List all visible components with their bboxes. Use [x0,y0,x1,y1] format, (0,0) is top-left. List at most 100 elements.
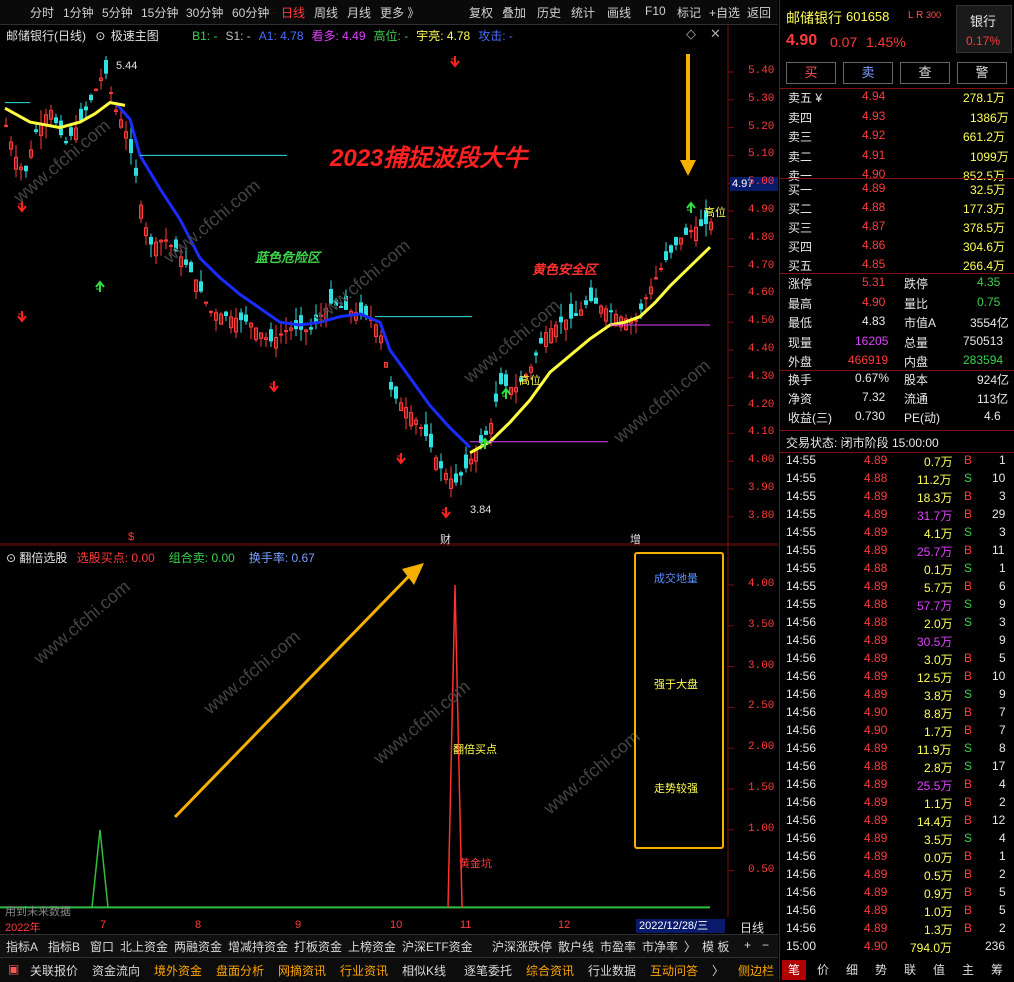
tick-count: 7 [999,723,1006,737]
period-tab[interactable]: 30分钟 [186,4,223,21]
stock-code: 601658 [846,9,890,24]
tick-price: 4.89 [864,903,888,917]
toolbar-button[interactable]: F10 [645,4,666,18]
tick-side: S [964,831,973,845]
divider [780,273,1014,274]
indicator-tab[interactable]: 指标A [6,938,38,955]
period-tab[interactable]: 15分钟 [141,4,178,21]
zone-yellow-label: 黄色安全区 [532,262,598,277]
settings-icon[interactable]: ▣ [8,962,19,976]
indicator-tab[interactable]: 指标B [48,938,80,955]
tick-side: B [964,885,973,899]
stat-value: 5.31 [862,275,886,289]
info-tab[interactable]: 资金流向 [92,962,140,979]
info-tab[interactable]: 网摘资讯 [278,962,326,979]
diamond-icon[interactable]: ◇ [686,26,696,42]
info-tab[interactable]: 盘面分析 [216,962,264,979]
alert-button[interactable]: 警 [957,62,1007,84]
sub-indicator-name[interactable]: 翻倍选股 [19,551,67,565]
panel-tab[interactable]: 细 [840,960,864,980]
info-tab[interactable]: 逐笔委托 [464,962,512,979]
info-tab[interactable]: 行业数据 [588,962,636,979]
toolbar-button[interactable]: 复权 [469,4,493,21]
info-tab[interactable]: 侧边栏 [738,962,774,979]
tick-price: 4.88 [864,561,888,575]
tick-price: 4.89 [864,867,888,881]
tick-price: 4.89 [864,777,888,791]
period-tab[interactable]: 月线 [347,4,371,21]
high-price-label: 5.44 [116,60,138,72]
period-tab[interactable]: 60分钟 [232,4,269,21]
panel-tab[interactable]: 值 [927,960,951,980]
indicator-tab[interactable]: 沪深涨跌停 [492,938,552,955]
tick-count: 29 [992,507,1006,521]
indicator-tab[interactable]: 市净率 [642,938,678,955]
tick-price: 4.89 [864,489,888,503]
indicator-tab[interactable]: 打板资金 [294,938,342,955]
indicator-tab[interactable]: 上榜资金 [348,938,396,955]
tick-volume: 11.9万 [917,743,952,757]
period-tab[interactable]: 更多 》 [380,4,419,21]
candle-body [484,430,488,435]
info-tab[interactable]: 〉 [712,962,724,979]
panel-tab[interactable]: 筹 [985,960,1009,980]
toolbar-button[interactable]: 标记 [677,4,701,21]
period-tab[interactable]: 分时 [30,4,54,21]
toolbar-button[interactable]: +自选 [709,4,740,21]
toolbar-button[interactable]: 统计 [571,4,595,21]
tick-count: 10 [992,471,1006,485]
info-tab[interactable]: 境外资金 [154,962,202,979]
kline-chart[interactable]: www.cfchi.comwww.cfchi.comwww.cfchi.comw… [0,24,778,545]
indicator-tab[interactable]: 散户线 [558,938,594,955]
indicator-tab[interactable]: + [744,938,751,952]
period-tab[interactable]: 日线 [281,4,305,21]
indicator-tab[interactable]: 〉 [684,938,696,955]
tick-volume: 1.1万 [924,797,953,811]
info-tab[interactable]: 相似K线 [402,962,446,979]
period-tab[interactable]: 周线 [314,4,338,21]
indicator-tab[interactable]: 北上资金 [120,938,168,955]
indicator-tab[interactable]: − [762,938,769,952]
tick-price: 4.88 [864,759,888,773]
stat-value: 7.32 [862,390,886,404]
close-icon[interactable]: ✕ [710,26,721,42]
event-marker[interactable]: $ [128,531,134,543]
panel-tab[interactable]: 主 [956,960,980,980]
tick-side: B [964,453,973,467]
indicator-tab[interactable]: 两融资金 [174,938,222,955]
panel-tab[interactable]: 价 [811,960,835,980]
indicator-name[interactable]: 极速主图 [111,29,159,43]
query-button[interactable]: 查 [900,62,950,84]
indicator-tab[interactable]: 沪深ETF资金 [402,938,473,955]
tick-price: 4.89 [864,453,888,467]
dropdown-icon[interactable]: ⊙ [95,29,105,43]
indicator-tab[interactable]: 增减持资金 [228,938,288,955]
panel-tab[interactable]: 笔 [782,960,806,980]
stat-label: 市值A [904,316,937,330]
tick-time: 14:56 [786,723,817,737]
ask-label: 卖四 [788,110,813,125]
sell-button[interactable]: 卖 [843,62,893,84]
indicator-tab[interactable]: 窗口 [90,938,114,955]
tick-price: 4.89 [864,507,888,521]
toolbar-button[interactable]: 历史 [537,4,561,21]
info-tab[interactable]: 关联报价 [30,962,78,979]
period-tab[interactable]: 1分钟 [63,4,94,21]
quote-panel: 邮储银行 601658 L R 300 银行 0.17% 4.90 0.07 1… [779,0,1014,981]
panel-tab[interactable]: 联 [898,960,922,980]
toolbar-button[interactable]: 叠加 [502,4,526,21]
indicator-tab[interactable]: 市盈率 [600,938,636,955]
toolbar-button[interactable]: 画线 [607,4,631,21]
indicator-tab[interactable]: 模 板 [702,938,729,955]
info-tab[interactable]: 综合资讯 [526,962,574,979]
toolbar-button[interactable]: 返回 [747,4,771,21]
info-tab[interactable]: 行业资讯 [340,962,388,979]
dropdown-icon[interactable]: ⊙ [6,551,16,565]
panel-tab[interactable]: 势 [869,960,893,980]
period-tab[interactable]: 5分钟 [102,4,133,21]
info-tab[interactable]: 互动问答 [650,962,698,979]
buy-button[interactable]: 买 [786,62,836,84]
tick-count: 2 [999,921,1006,935]
tick-count: 9 [999,597,1006,611]
tick-side: B [964,813,973,827]
